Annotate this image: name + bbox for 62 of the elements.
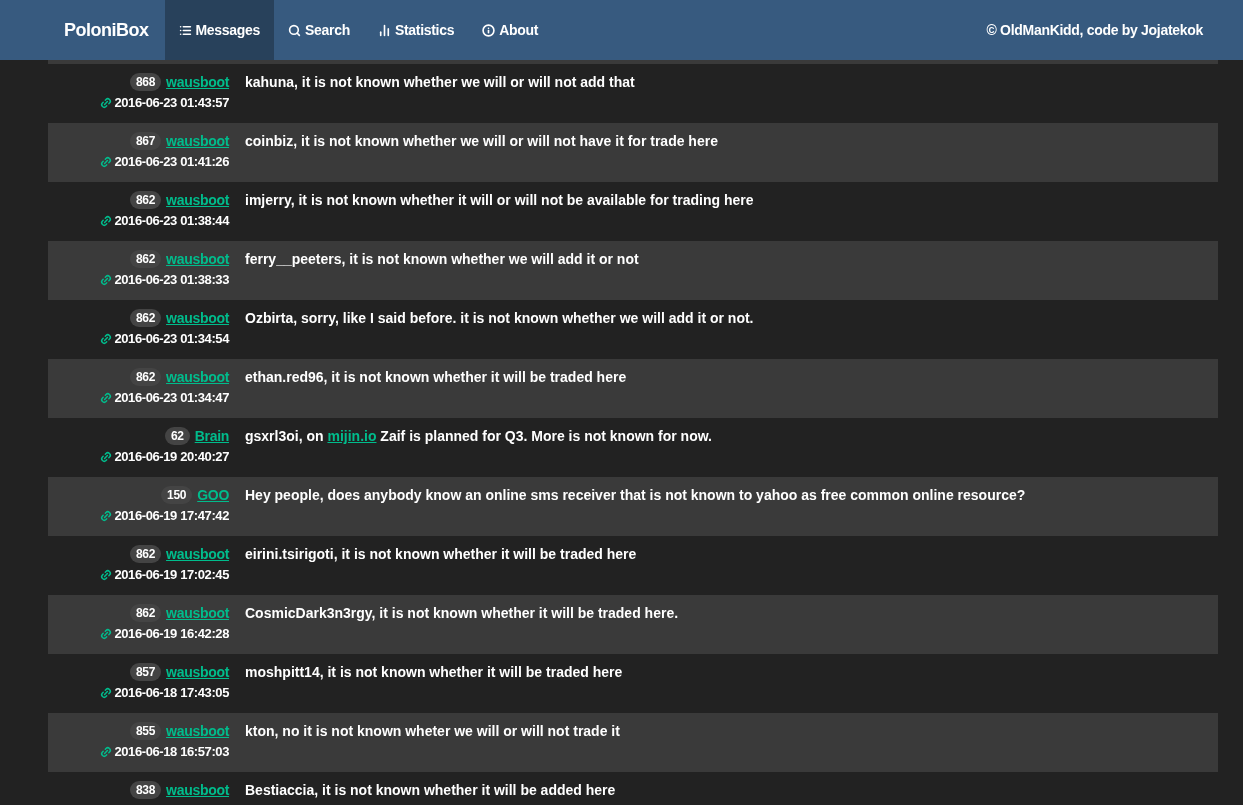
message-count: 862 [129,545,162,563]
timestamp: 2016-06-19 20:40:27 [114,449,229,464]
username-link[interactable]: wausboot [166,605,229,621]
bar-chart-icon [377,23,391,37]
username-link[interactable]: wausboot [166,782,229,798]
message-text: Hey people, does anybody know an online sms receiver that is not known to yahoo as free common online resource? [245,487,1026,503]
timestamp: 2016-06-23 01:38:44 [114,213,229,228]
username-link[interactable]: wausboot [166,74,229,90]
nav-tab[interactable]: Search [274,0,364,60]
info-icon [482,23,496,37]
username-link[interactable]: wausboot [166,192,229,208]
message-link[interactable]: mijin.io [327,428,377,444]
timestamp: 2016-06-19 17:47:42 [114,508,229,523]
username-link[interactable]: wausboot [166,251,229,267]
brand-title[interactable]: PoloniBox [48,0,165,60]
timestamp: 2016-06-18 16:57:03 [114,744,229,759]
message-count: 838 [129,781,162,799]
timestamp: 2016-06-23 01:41:26 [114,154,229,169]
message-text: kton, no it is not known wheter we will or will not trade it [245,723,620,739]
nav-tab[interactable]: About [468,0,553,60]
timestamp: 2016-06-18 17:43:05 [114,685,229,700]
timestamp: 2016-06-19 16:42:28 [114,626,229,641]
username-link[interactable]: wausboot [166,369,229,385]
message-text: CosmicDark3n3rgy, it is not known whether it will be traded here. [245,605,679,621]
timestamp: 2016-06-23 01:34:47 [114,390,229,405]
message-count: 855 [129,722,162,740]
message-text: moshpitt14, it is not known whether it will be traded here [245,664,623,680]
message-text: coinbiz, it is not known whether we will or will not have it for trade here [245,133,718,149]
timestamp: 2016-06-23 01:38:33 [114,272,229,287]
credit-text: © OldManKidd, code by Jojatekok [986,21,1203,40]
username-link[interactable]: wausboot [166,723,229,739]
timestamp: 2016-06-19 17:02:45 [114,567,229,582]
username-link[interactable]: wausboot [166,664,229,680]
username-link[interactable]: Brain [194,428,229,444]
message-count: 868 [129,73,162,91]
message-text: gsxrl3oi, on mijin.io Zaif is planned for Q3. More is not known for now. [245,428,712,444]
username-link[interactable]: wausboot [166,310,229,326]
message-count: 862 [129,604,162,622]
nav-tab[interactable]: Messages [164,0,275,60]
username-link[interactable]: GOO [197,487,229,503]
message-text: ethan.red96, it is not known whether it will be traded here [245,369,627,385]
message-count: 862 [129,368,162,386]
message-count: 62 [164,427,190,445]
timestamp: 2016-06-23 01:43:57 [114,95,229,110]
message-text: Ozbirta, sorry, like I said before. it is not known whether we will add it or not. [245,310,754,326]
message-text: kahuna, it is not known whether we will or will not add that [245,74,635,90]
username-link[interactable]: wausboot [166,133,229,149]
message-text: Bestiaccia, it is not known whether it will be added here [245,782,616,798]
message-text: imjerry, it is not known whether it will or will not be available for trading here [245,192,754,208]
list-icon [178,23,192,37]
message-count: 862 [129,250,162,268]
message-count: 867 [129,132,162,150]
message-count: 862 [129,191,162,209]
message-count: 150 [161,486,193,504]
message-count: 862 [129,309,162,327]
message-count: 857 [129,663,162,681]
timestamp: 2016-06-23 01:34:54 [114,331,229,346]
nav-tab[interactable]: Statistics [363,0,469,60]
message-text: ferry__peeters, it is not known whether we will add it or not [245,251,639,267]
username-link[interactable]: wausboot [166,546,229,562]
search-icon [288,23,302,37]
message-text: eirini.tsirigoti, it is not known whether it will be traded here [245,546,637,562]
